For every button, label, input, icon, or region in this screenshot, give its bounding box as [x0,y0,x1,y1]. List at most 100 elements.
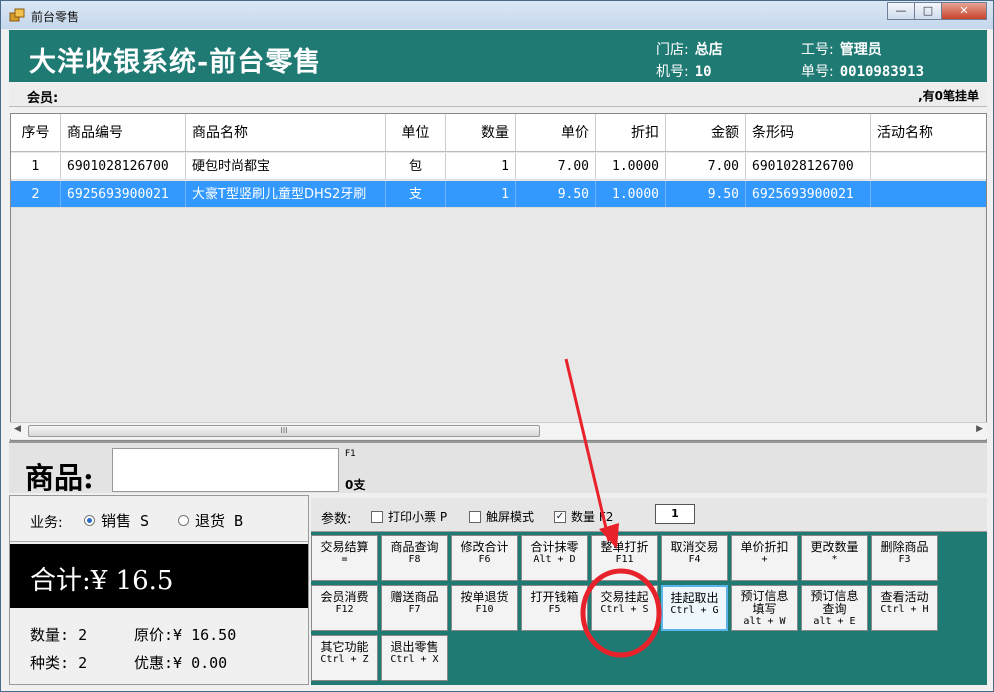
col-unit[interactable]: 单位 [386,114,446,151]
col-code[interactable]: 商品编号 [61,114,186,151]
total-amount: 合计:¥ 16.5 [30,566,174,596]
btn-label: 修改合计 [460,540,509,554]
cart-grid[interactable]: 序号 商品编号 商品名称 单位 数量 单价 折扣 金额 条形码 活动名称 1 6… [10,113,987,441]
disc-stat: 优惠:¥ 0.00 [134,652,227,673]
cell-qty: 1 [446,181,516,207]
delete-item-button[interactable]: 删除商品 F3 [871,535,938,581]
product-input[interactable] [112,448,339,492]
product-entry: 商品: F1 0支 [9,441,987,495]
other-functions-button[interactable]: 其它功能 Ctrl + Z [311,635,378,681]
checkbox-icon [469,510,481,523]
member-consume-button[interactable]: 会员消费 F12 [311,585,378,631]
col-activity[interactable]: 活动名称 [871,114,988,151]
col-price[interactable]: 单价 [516,114,596,151]
settle-button[interactable]: 交易结算 = [311,535,378,581]
cell-barcode: 6925693900021 [746,181,871,207]
kind-stat: 种类: 2 [30,652,87,673]
scroll-right-icon[interactable]: ▶ [976,424,983,434]
title-bar[interactable]: 前台零售 — □ ✕ [1,1,993,29]
close-button[interactable]: ✕ [941,2,987,20]
grid-header: 序号 商品编号 商品名称 单位 数量 单价 折扣 金额 条形码 活动名称 [11,114,986,152]
btn-label: 预订信息填写 [740,589,789,616]
btn-label: 整单打折 [600,540,649,554]
cancel-transaction-button[interactable]: 取消交易 F4 [661,535,728,581]
checkbox-icon [371,510,383,523]
btn-label: 删除商品 [880,540,929,554]
exit-retail-button[interactable]: 退出零售 Ctrl + X [381,635,448,681]
qty-value: 2 [78,626,88,644]
btn-label: 交易结算 [320,540,369,554]
resume-suspended-button[interactable]: 挂起取出 Ctrl + G [661,585,728,631]
btn-key: F12 [335,604,354,615]
store-label: 门店: [656,42,689,58]
horizontal-scrollbar[interactable]: ◀ III ▶ [10,422,987,439]
btn-label: 预订信息查询 [810,589,859,616]
cell-name: 硬包时尚都宝 [186,153,386,179]
col-amount[interactable]: 金额 [666,114,746,151]
stats: 数量: 2 种类: 2 原价:¥ 16.50 优惠:¥ 0.00 [10,610,308,686]
col-no[interactable]: 序号 [11,114,61,151]
btn-label: 合计抹零 [530,540,579,554]
sale-radio[interactable]: 销售 S [84,510,149,531]
btn-key: alt + E [813,616,856,627]
app-icon [9,8,25,22]
col-qty[interactable]: 数量 [446,114,516,151]
business-label: 业务: [30,515,63,531]
col-barcode[interactable]: 条形码 [746,114,871,151]
booking-fill-button[interactable]: 预订信息填写 alt + W [731,585,798,631]
qty-checkbox[interactable]: ✓ 数量 F2 [554,508,613,525]
maximize-button[interactable]: □ [914,2,942,20]
kind-value: 2 [78,654,88,672]
btn-key: Ctrl + S [600,604,649,615]
btn-key: F3 [898,554,911,565]
btn-label: 单价折扣 [740,540,789,554]
minimize-button[interactable]: — [887,2,915,20]
cell-unit: 支 [386,181,446,207]
table-row-selected[interactable]: 2 6925693900021 大豪T型竖刷儿童型DHS2牙刷 支 1 9.50… [11,181,986,208]
return-label: 退货 B [195,512,244,530]
orig-stat: 原价:¥ 16.50 [134,624,236,645]
summary-panel: 业务: 销售 S 退货 B 合计:¥ 16.5 数量: 2 种类: 2 原价:¥… [9,495,309,685]
orig-label: 原价: [134,626,174,644]
print-receipt-checkbox[interactable]: 打印小票 P [371,508,447,525]
cell-activity [871,153,988,179]
suspend-transaction-button[interactable]: 交易挂起 Ctrl + S [591,585,658,631]
pos-window: 前台零售 — □ ✕ 大洋收银系统-前台零售 门店: 总店 机号: 10 工号: 管理… [0,0,994,692]
cell-code: 6901028126700 [61,153,186,179]
app-header: 大洋收银系统-前台零售 门店: 总店 机号: 10 工号: 管理员 单号: 001098… [9,30,987,82]
qty-label: 数量: [30,626,70,644]
table-row[interactable]: 1 6901028126700 硬包时尚都宝 包 1 7.00 1.0000 7… [11,153,986,180]
qty-input[interactable]: 1 [655,504,695,524]
staff-value: 管理员 [839,42,882,58]
edit-total-button[interactable]: 修改合计 F6 [451,535,518,581]
round-off-button[interactable]: 合计抹零 Alt + D [521,535,588,581]
order-discount-button[interactable]: 整单打折 F11 [591,535,658,581]
col-discount[interactable]: 折扣 [596,114,666,151]
change-qty-button[interactable]: 更改数量 * [801,535,868,581]
scroll-left-icon[interactable]: ◀ [14,424,21,434]
sale-label: 销售 S [101,512,150,530]
touch-mode-checkbox[interactable]: 触屏模式 [469,508,534,525]
product-query-button[interactable]: 商品查询 F8 [381,535,448,581]
order-return-button[interactable]: 按单退货 F10 [451,585,518,631]
disc-label: 优惠: [134,654,174,672]
product-hotkey: F1 [345,449,356,459]
cell-barcode: 6901028126700 [746,153,871,179]
booking-query-button[interactable]: 预订信息查询 alt + E [801,585,868,631]
col-name[interactable]: 商品名称 [186,114,386,151]
btn-key: alt + W [743,616,786,627]
business-type: 业务: 销售 S 退货 B [10,496,308,542]
return-radio[interactable]: 退货 B [178,510,243,531]
view-activity-button[interactable]: 查看活动 Ctrl + H [871,585,938,631]
gift-item-button[interactable]: 赠送商品 F7 [381,585,448,631]
open-drawer-button[interactable]: 打开钱箱 F5 [521,585,588,631]
orig-value: ¥ 16.50 [173,626,237,644]
btn-label: 按单退货 [460,590,509,604]
function-panel: 参数: 打印小票 P 触屏模式 ✓ 数量 F2 1 交易结算 = 商品查询 F8 修改… [311,498,987,685]
cell-discount: 1.0000 [596,153,666,179]
cell-qty: 1 [446,153,516,179]
scroll-thumb[interactable]: III [28,425,540,437]
staff-info: 工号: 管理员 [801,39,882,59]
machine-info: 机号: 10 [656,61,712,81]
price-discount-button[interactable]: 单价折扣 + [731,535,798,581]
